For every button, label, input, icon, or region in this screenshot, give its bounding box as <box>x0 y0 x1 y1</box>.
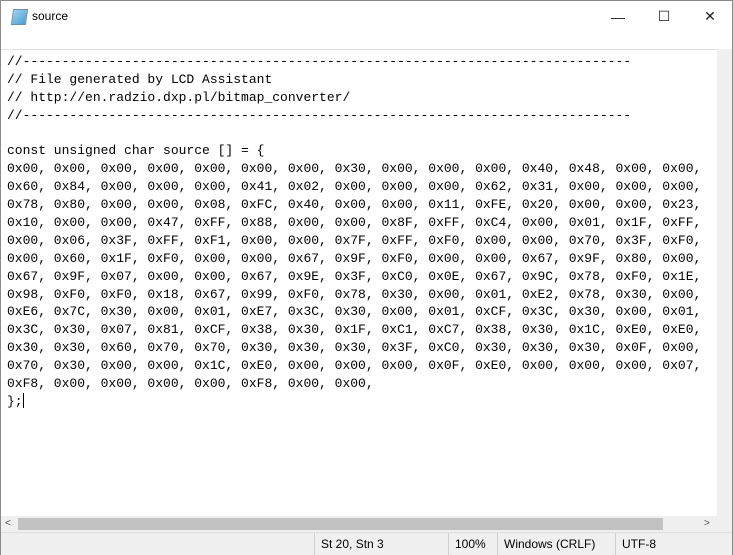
horizontal-scrollbar[interactable]: < > <box>1 516 717 532</box>
code-line: 0x78, 0x80, 0x00, 0x00, 0x08, 0xFC, 0x40… <box>7 197 702 213</box>
code-line: 0x70, 0x30, 0x00, 0x00, 0x1C, 0xE0, 0x00… <box>7 358 702 374</box>
code-line: 0x67, 0x9F, 0x07, 0x00, 0x00, 0x67, 0x9E… <box>7 268 702 284</box>
code-line: const unsigned char source [] = { <box>7 143 265 159</box>
window-title: source <box>32 9 69 23</box>
code-line: // http://en.radzio.dxp.pl/bitmap_conver… <box>7 89 351 105</box>
text-editor[interactable]: //--------------------------------------… <box>1 49 717 517</box>
code-line: 0x00, 0x00, 0x00, 0x00, 0x00, 0x00, 0x00… <box>7 161 702 177</box>
code-line: }; <box>7 392 24 409</box>
line-ending: Windows (CRLF) <box>497 533 610 555</box>
maximize-button[interactable]: ☐ <box>641 1 687 32</box>
code-line: 0xE6, 0x7C, 0x30, 0x00, 0x01, 0xE7, 0x3C… <box>7 304 702 320</box>
minimize-button[interactable]: — <box>595 1 641 32</box>
cursor-position: St 20, Stn 3 <box>314 533 449 555</box>
text-caret <box>22 392 24 408</box>
code-text[interactable]: //--------------------------------------… <box>7 53 701 411</box>
code-line: // File generated by LCD Assistant <box>7 71 273 87</box>
encoding: UTF-8 <box>615 533 722 555</box>
code-line: 0x10, 0x00, 0x00, 0x47, 0xFF, 0x88, 0x00… <box>7 215 702 231</box>
code-line: 0x00, 0x60, 0x1F, 0xF0, 0x00, 0x00, 0x67… <box>7 250 702 266</box>
zoom-level: 100% <box>448 533 498 555</box>
scrollbar-corner <box>717 516 732 532</box>
vertical-scrollbar[interactable] <box>717 49 732 516</box>
code-line: //--------------------------------------… <box>7 54 632 69</box>
scroll-left-icon[interactable]: < <box>5 518 11 529</box>
code-line: 0x30, 0x30, 0x60, 0x70, 0x70, 0x30, 0x30… <box>7 340 702 356</box>
title-bar[interactable]: source — ☐ ✕ <box>1 1 732 32</box>
status-bar: St 20, Stn 3 100% Windows (CRLF) UTF-8 <box>1 532 732 555</box>
code-line: 0x00, 0x06, 0x3F, 0xFF, 0xF1, 0x00, 0x00… <box>7 232 702 248</box>
code-line: 0x3C, 0x30, 0x07, 0x81, 0xCF, 0x38, 0x30… <box>7 322 702 338</box>
code-line: 0xF8, 0x00, 0x00, 0x00, 0x00, 0xF8, 0x00… <box>7 376 374 392</box>
code-line: 0x60, 0x84, 0x00, 0x00, 0x00, 0x41, 0x02… <box>7 179 702 195</box>
close-button[interactable]: ✕ <box>687 1 733 32</box>
horizontal-scroll-thumb[interactable] <box>18 518 663 530</box>
notepad-window: source — ☐ ✕ //-------------------------… <box>0 0 733 555</box>
scroll-right-icon[interactable]: > <box>704 518 710 529</box>
code-line: //--------------------------------------… <box>7 107 632 123</box>
notepad-icon <box>10 9 29 25</box>
code-line: 0x98, 0xF0, 0xF0, 0x18, 0x67, 0x99, 0xF0… <box>7 286 702 302</box>
